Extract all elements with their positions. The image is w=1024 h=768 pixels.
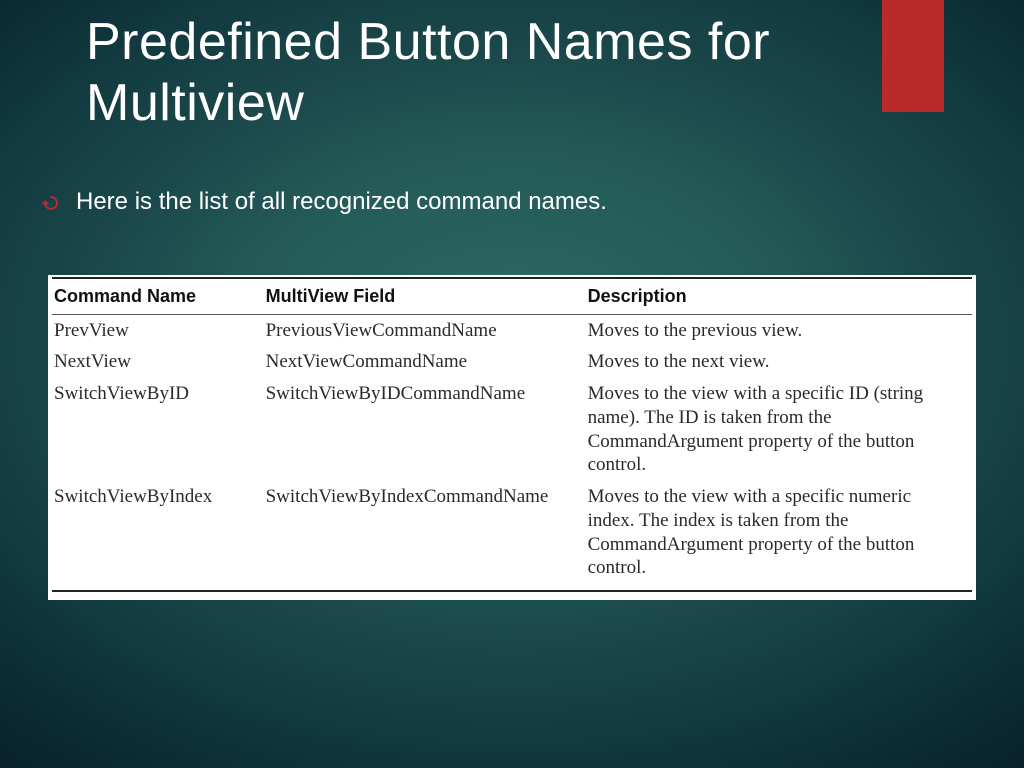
cell-description: Moves to the previous view. — [586, 314, 972, 346]
cell-field: NextViewCommandName — [264, 346, 586, 378]
col-header-description: Description — [586, 278, 972, 314]
command-table-container: Command Name MultiView Field Description… — [48, 275, 976, 600]
bullet-text: Here is the list of all recognized comma… — [76, 188, 607, 216]
cell-field: SwitchViewByIDCommandName — [264, 378, 586, 481]
slide: Predefined Button Names for Multiview He… — [0, 0, 1024, 768]
cell-command: NextView — [52, 346, 264, 378]
bullet-arrow-icon — [42, 194, 60, 212]
bullet-item: Here is the list of all recognized comma… — [42, 188, 964, 216]
cell-description: Moves to the next view. — [586, 346, 972, 378]
command-table: Command Name MultiView Field Description… — [52, 277, 972, 590]
cell-field: SwitchViewByIndexCommandName — [264, 481, 586, 590]
table-header-row: Command Name MultiView Field Description — [52, 278, 972, 314]
cell-command: PrevView — [52, 314, 264, 346]
cell-command: SwitchViewByID — [52, 378, 264, 481]
col-header-command: Command Name — [52, 278, 264, 314]
cell-description: Moves to the view with a specific ID (st… — [586, 378, 972, 481]
slide-title: Predefined Button Names for Multiview — [86, 12, 964, 135]
table-bottom-rule — [52, 590, 972, 592]
table-row: SwitchViewByID SwitchViewByIDCommandName… — [52, 378, 972, 481]
table-row: PrevView PreviousViewCommandName Moves t… — [52, 314, 972, 346]
table-row: NextView NextViewCommandName Moves to th… — [52, 346, 972, 378]
cell-field: PreviousViewCommandName — [264, 314, 586, 346]
table-row: SwitchViewByIndex SwitchViewByIndexComma… — [52, 481, 972, 590]
cell-description: Moves to the view with a specific numeri… — [586, 481, 972, 590]
cell-command: SwitchViewByIndex — [52, 481, 264, 590]
col-header-field: MultiView Field — [264, 278, 586, 314]
